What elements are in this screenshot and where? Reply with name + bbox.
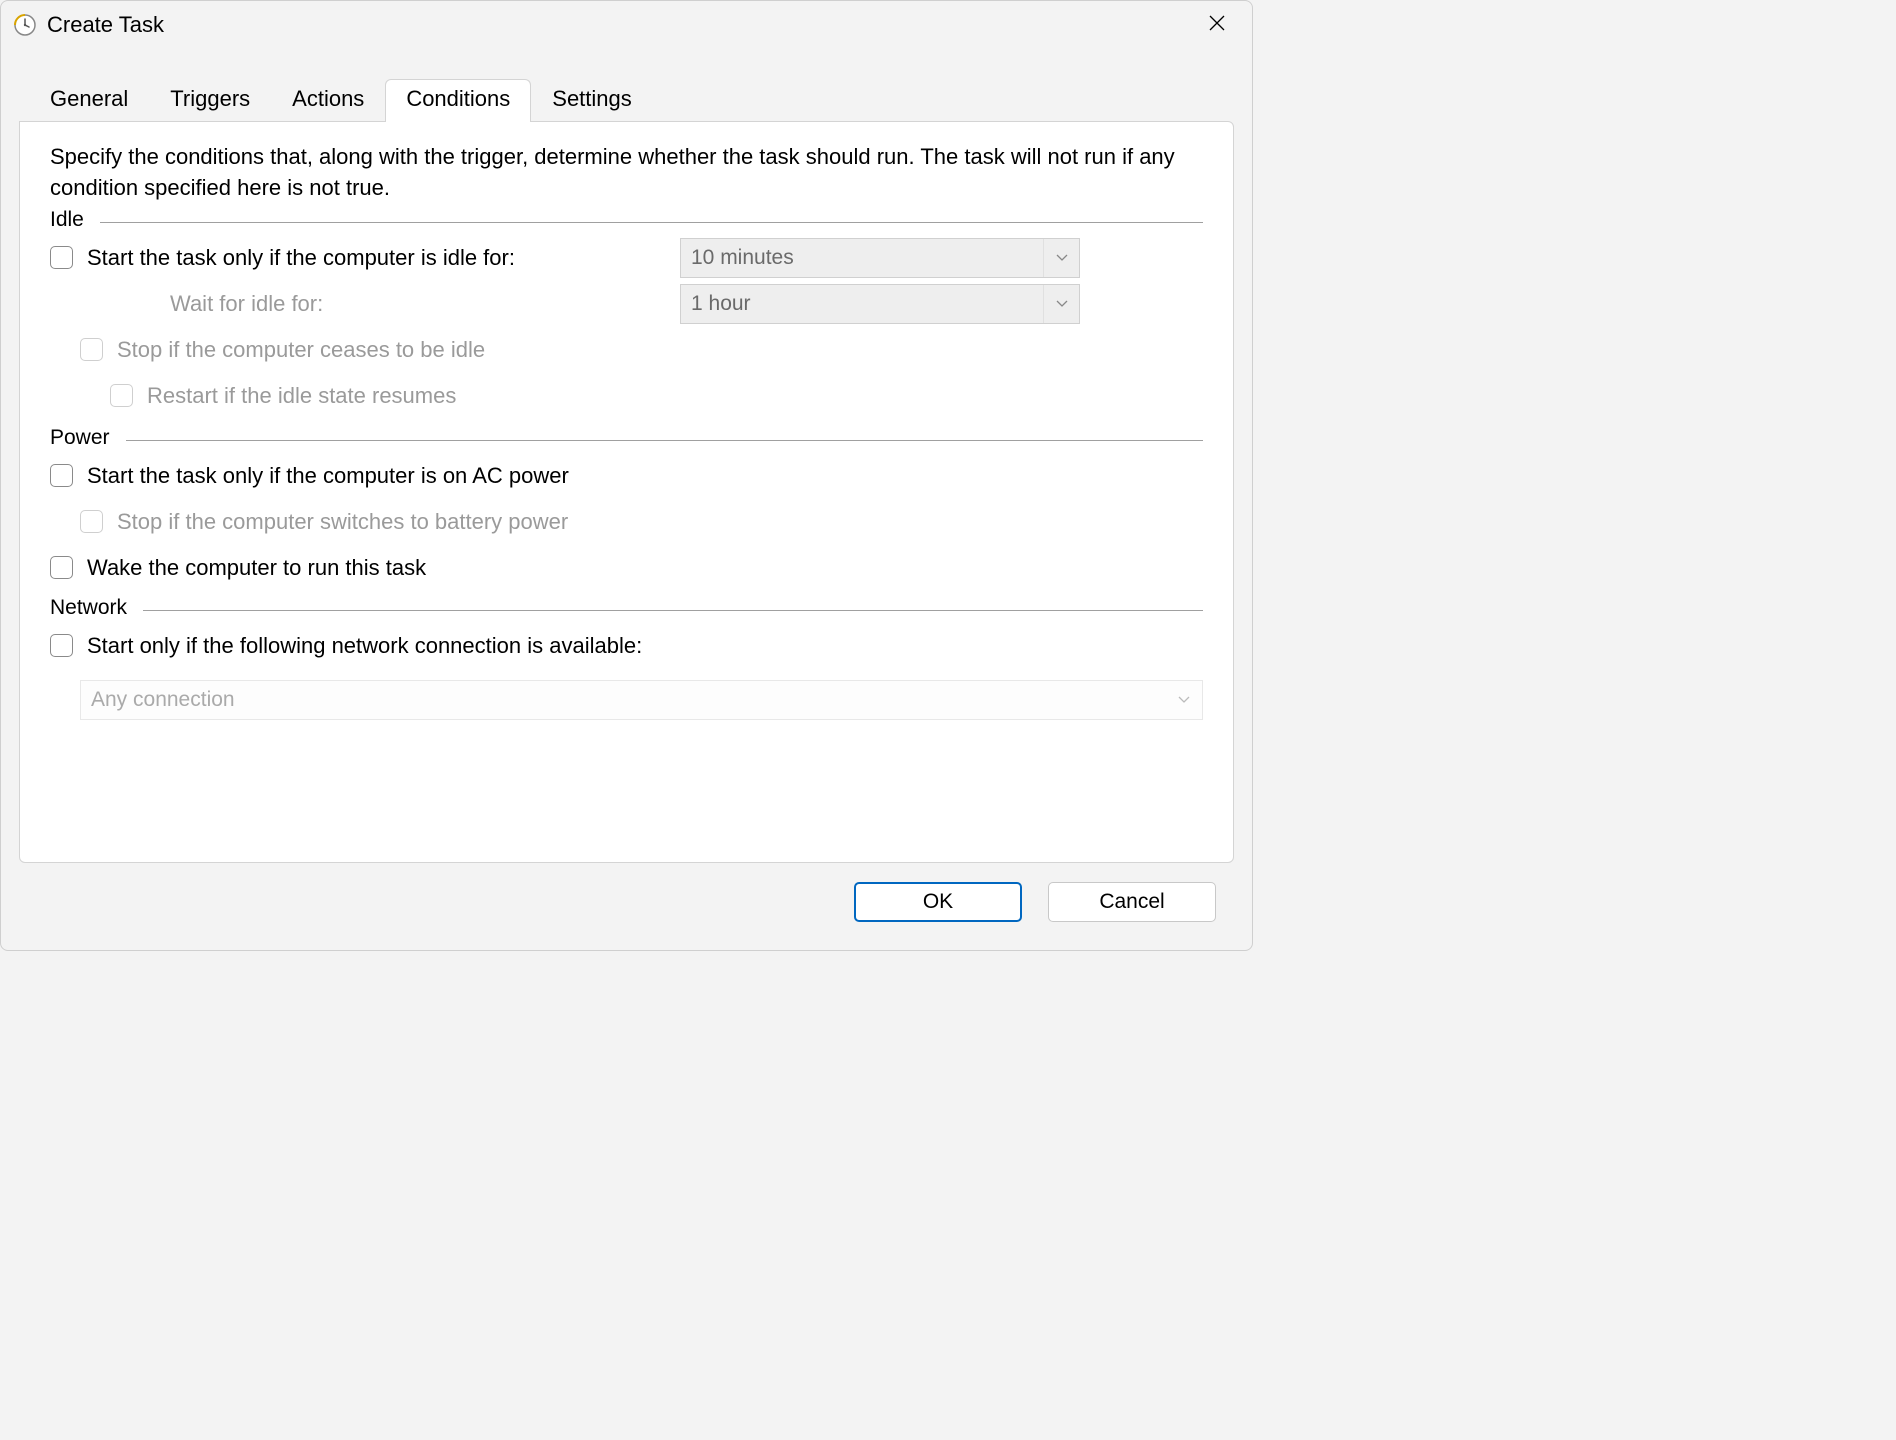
tab-strip: General Triggers Actions Conditions Sett… xyxy=(1,49,1252,122)
combo-idle-duration-value: 10 minutes xyxy=(691,246,794,270)
divider xyxy=(100,222,1203,223)
label-stop-cease-idle: Stop if the computer ceases to be idle xyxy=(117,337,485,363)
section-network-header: Network xyxy=(50,596,1203,620)
combo-idle-duration[interactable]: 10 minutes xyxy=(680,238,1080,278)
label-start-idle: Start the task only if the computer is i… xyxy=(87,245,515,271)
checkbox-start-ac[interactable] xyxy=(50,464,73,487)
checkbox-wake[interactable] xyxy=(50,556,73,579)
section-power-header: Power xyxy=(50,426,1203,450)
chevron-down-icon xyxy=(1043,285,1079,323)
cancel-button[interactable]: Cancel xyxy=(1048,882,1216,922)
checkbox-start-network[interactable] xyxy=(50,634,73,657)
section-network-label: Network xyxy=(50,596,127,620)
window-title: Create Task xyxy=(47,12,1192,38)
checkbox-stop-cease-idle[interactable] xyxy=(80,338,103,361)
divider xyxy=(126,440,1203,441)
tab-conditions[interactable]: Conditions xyxy=(385,79,531,122)
label-wake: Wake the computer to run this task xyxy=(87,555,426,581)
label-stop-battery: Stop if the computer switches to battery… xyxy=(117,509,568,535)
intro-text: Specify the conditions that, along with … xyxy=(50,142,1203,204)
close-button[interactable] xyxy=(1192,7,1242,43)
section-idle-header: Idle xyxy=(50,208,1203,232)
combo-network-connection[interactable]: Any connection xyxy=(80,680,1203,720)
conditions-panel: Specify the conditions that, along with … xyxy=(19,121,1234,863)
divider xyxy=(143,610,1203,611)
section-power-label: Power xyxy=(50,426,110,450)
create-task-dialog: Create Task General Triggers Actions Con… xyxy=(0,0,1253,951)
tab-general[interactable]: General xyxy=(29,79,149,122)
titlebar: Create Task xyxy=(1,1,1252,49)
label-restart-idle: Restart if the idle state resumes xyxy=(147,383,456,409)
checkbox-stop-battery[interactable] xyxy=(80,510,103,533)
close-icon xyxy=(1209,14,1225,37)
label-wait-idle: Wait for idle for: xyxy=(50,291,680,317)
section-idle-label: Idle xyxy=(50,208,84,232)
dialog-footer: OK Cancel xyxy=(1,882,1252,950)
tab-settings[interactable]: Settings xyxy=(531,79,653,122)
combo-wait-duration[interactable]: 1 hour xyxy=(680,284,1080,324)
task-scheduler-icon xyxy=(13,13,37,37)
combo-wait-duration-value: 1 hour xyxy=(691,292,751,316)
ok-button[interactable]: OK xyxy=(854,882,1022,922)
combo-network-connection-value: Any connection xyxy=(91,688,235,712)
label-start-network: Start only if the following network conn… xyxy=(87,633,642,659)
chevron-down-icon xyxy=(1166,681,1202,719)
tab-actions[interactable]: Actions xyxy=(271,79,385,122)
tab-triggers[interactable]: Triggers xyxy=(149,79,271,122)
checkbox-start-idle[interactable] xyxy=(50,246,73,269)
chevron-down-icon xyxy=(1043,239,1079,277)
label-start-ac: Start the task only if the computer is o… xyxy=(87,463,569,489)
checkbox-restart-idle[interactable] xyxy=(110,384,133,407)
